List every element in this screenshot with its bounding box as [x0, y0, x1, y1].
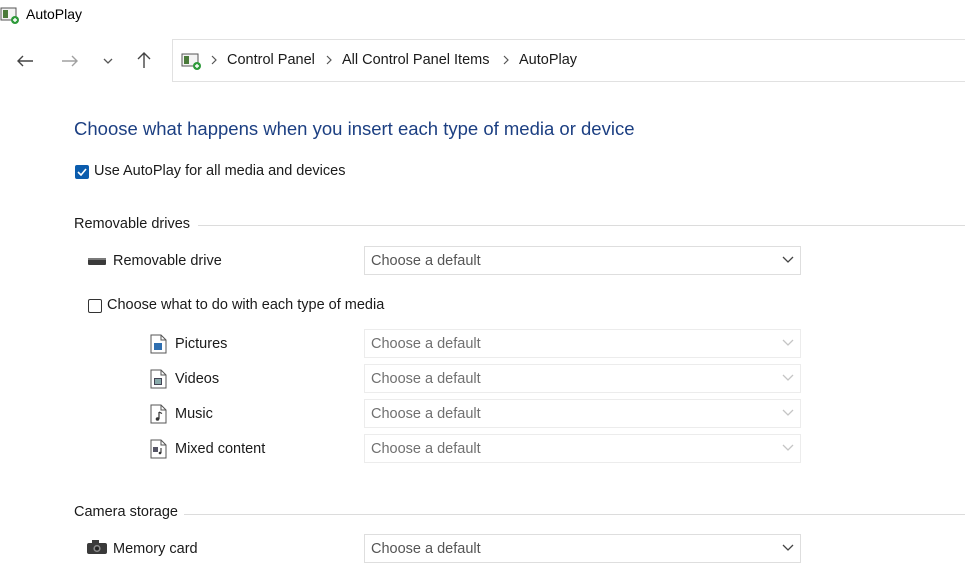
use-autoplay-checkbox[interactable] [75, 165, 89, 179]
chevron-down-icon [103, 58, 113, 64]
memory-card-select[interactable]: Choose a default [364, 534, 801, 563]
music-select[interactable]: Choose a default [364, 399, 801, 428]
page-heading: Choose what happens when you insert each… [74, 118, 635, 139]
back-arrow-icon [17, 55, 33, 67]
mixed-content-select[interactable]: Choose a default [364, 434, 801, 463]
removable-drives-group-title: Removable drives [74, 216, 191, 232]
up-button[interactable] [130, 46, 158, 74]
chevron-right-icon[interactable] [325, 53, 333, 71]
chevron-down-icon [782, 544, 794, 551]
window-title: AutoPlay [26, 6, 83, 22]
chevron-down-icon [782, 444, 794, 451]
memory-card-label: Memory card [113, 541, 198, 557]
back-button[interactable] [11, 47, 39, 75]
recent-locations-button[interactable] [94, 47, 122, 75]
video-file-icon [150, 369, 167, 394]
group-divider [184, 514, 965, 515]
chevron-down-icon [782, 256, 794, 263]
camera-icon [86, 539, 108, 560]
videos-label: Videos [175, 371, 220, 387]
pictures-select-value: Choose a default [371, 335, 481, 352]
removable-drive-label: Removable drive [113, 253, 222, 269]
pictures-select[interactable]: Choose a default [364, 329, 801, 358]
music-file-icon [150, 404, 167, 429]
removable-drive-icon [87, 254, 107, 272]
per-media-label[interactable]: Choose what to do with each type of medi… [107, 297, 384, 313]
forward-button[interactable] [56, 47, 84, 75]
chevron-right-icon [210, 53, 218, 71]
checkmark-icon [77, 168, 87, 176]
breadcrumb-autoplay[interactable]: AutoPlay [519, 52, 577, 68]
music-select-value: Choose a default [371, 405, 481, 422]
per-media-checkbox[interactable] [88, 299, 102, 313]
autoplay-app-icon [0, 5, 20, 25]
videos-select-value: Choose a default [371, 370, 481, 387]
memory-card-select-value: Choose a default [371, 540, 481, 557]
forward-arrow-icon [62, 55, 78, 67]
mixed-content-select-value: Choose a default [371, 440, 481, 457]
mixed-content-label: Mixed content [175, 441, 266, 457]
breadcrumb-all-items[interactable]: All Control Panel Items [342, 52, 489, 68]
pictures-label: Pictures [175, 336, 228, 352]
music-label: Music [175, 406, 213, 422]
use-autoplay-label[interactable]: Use AutoPlay for all media and devices [94, 163, 345, 179]
mixed-content-file-icon [150, 439, 167, 464]
pictures-file-icon [150, 334, 167, 359]
removable-drive-select[interactable]: Choose a default [364, 246, 801, 275]
chevron-down-icon [782, 339, 794, 346]
breadcrumb-control-panel[interactable]: Control Panel [227, 52, 315, 68]
chevron-down-icon [782, 409, 794, 416]
videos-select[interactable]: Choose a default [364, 364, 801, 393]
group-divider [198, 225, 965, 226]
autoplay-app-icon [181, 51, 203, 76]
camera-storage-group-title: Camera storage [74, 504, 178, 520]
up-arrow-icon [137, 52, 151, 68]
chevron-down-icon [782, 374, 794, 381]
chevron-right-icon[interactable] [502, 53, 510, 71]
removable-drive-select-value: Choose a default [371, 252, 481, 269]
